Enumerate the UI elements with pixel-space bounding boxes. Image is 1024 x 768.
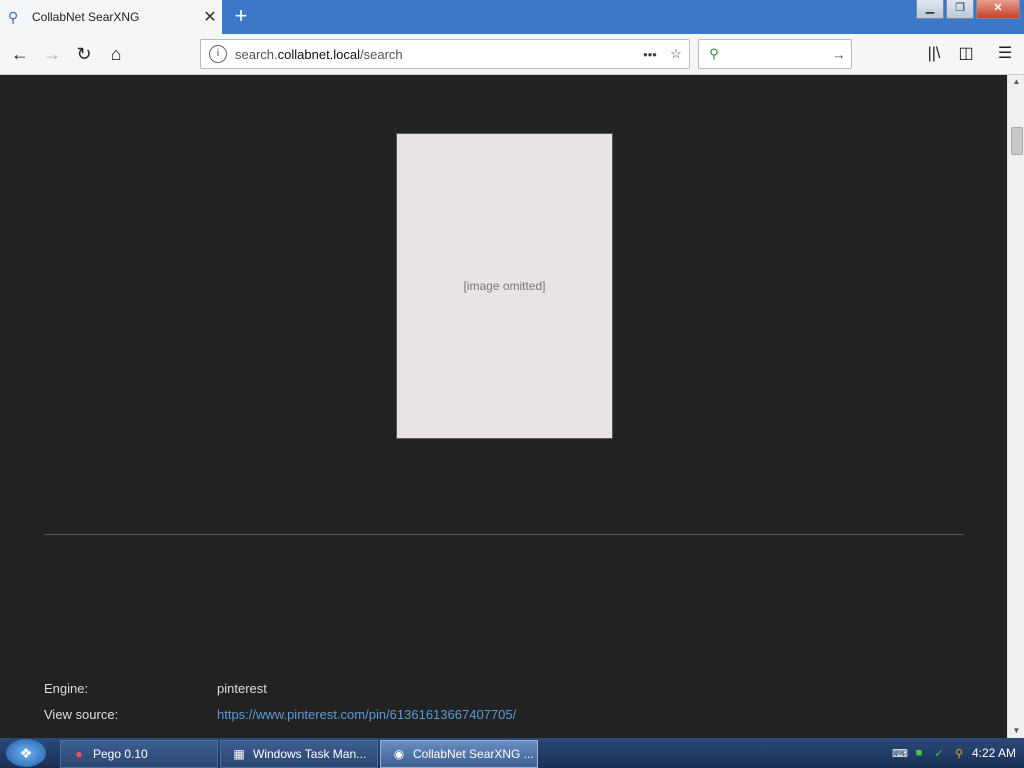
image-placeholder: [image omitted] <box>463 279 546 293</box>
browser-icon: ◉ <box>393 747 405 761</box>
back-icon[interactable]: ← <box>6 40 34 68</box>
search-tray-icon[interactable]: ⚲ <box>952 747 966 760</box>
taskbar-item-label: Pego 0.10 <box>93 747 148 761</box>
reload-icon[interactable]: ↻ <box>70 40 98 68</box>
page-actions-button[interactable]: ••• <box>637 47 663 62</box>
pego-icon: ● <box>75 747 83 761</box>
page-content: [image omitted] Engine: pinterest View s… <box>0 75 1007 738</box>
home-icon[interactable]: ⌂ <box>102 40 130 68</box>
minimize-button[interactable]: ▁ <box>916 0 944 19</box>
network-icon[interactable]: ■ <box>912 747 926 759</box>
search-engine-icon[interactable]: ⚲ <box>705 46 723 62</box>
taskbar-item[interactable]: ● Pego 0.10 <box>60 740 218 768</box>
result-image[interactable]: [image omitted] <box>396 133 613 439</box>
divider <box>44 534 964 535</box>
library-icon[interactable]: ||\ <box>922 42 946 66</box>
window-controls: ▁ ❐ ✕ <box>916 0 1020 19</box>
taskbar: ❖ ● Pego 0.10 ▦ Windows Task Man... ◉ Co… <box>0 738 1024 768</box>
active-tab[interactable]: ⚲ CollabNet SearXNG ✕ <box>0 0 222 34</box>
url-text[interactable]: search.collabnet.local/search <box>235 47 637 62</box>
scrollbar[interactable]: ▲ ▼ <box>1007 75 1024 738</box>
start-button[interactable]: ❖ <box>6 739 46 767</box>
forward-icon[interactable]: → <box>38 40 66 68</box>
taskbar-item-label: Windows Task Man... <box>253 747 367 761</box>
new-tab-button[interactable]: + <box>228 4 254 30</box>
menu-icon[interactable]: ☰ <box>993 42 1017 66</box>
bookmark-star-icon[interactable]: ☆ <box>663 46 689 62</box>
engine-label: Engine: <box>44 681 89 696</box>
engine-value: pinterest <box>217 681 267 696</box>
tab-title: CollabNet SearXNG <box>32 10 140 24</box>
taskbar-item-label: CollabNet SearXNG ... <box>413 747 534 761</box>
url-domain: collabnet.local <box>277 46 361 62</box>
scroll-thumb[interactable] <box>1011 127 1023 155</box>
source-link-container: https://www.pinterest.com/pin/6136161366… <box>217 707 516 722</box>
tab-close-button[interactable]: ✕ <box>198 7 222 27</box>
taskbar-item[interactable]: ◉ CollabNet SearXNG ... <box>380 740 538 768</box>
keyboard-icon[interactable]: ⌨ <box>892 747 908 760</box>
sidebar-icon[interactable]: ◫ <box>954 42 978 66</box>
url-path: /search <box>360 46 403 62</box>
taskbar-item[interactable]: ▦ Windows Task Man... <box>220 740 378 768</box>
url-prefix: search. <box>235 46 278 62</box>
scroll-down-icon[interactable]: ▼ <box>1008 724 1024 738</box>
tab-bar: ⚲ CollabNet SearXNG ✕ + ▁ ❐ ✕ <box>0 0 1024 34</box>
search-go-icon[interactable]: → <box>827 47 851 62</box>
nav-bar: ← → ↻ ⌂ i search.collabnet.local/search … <box>0 34 1024 75</box>
info-icon[interactable]: i <box>209 45 227 63</box>
system-tray: ⌨ ■ ✓ ⚲ 4:22 AM <box>892 738 1024 768</box>
search-bar[interactable]: ⚲ → <box>698 39 852 69</box>
url-bar[interactable]: i search.collabnet.local/search ••• ☆ <box>200 39 690 69</box>
task-manager-icon: ▦ <box>233 747 245 761</box>
close-window-button[interactable]: ✕ <box>976 0 1020 19</box>
source-label: View source: <box>44 707 119 722</box>
search-icon: ⚲ <box>8 9 19 25</box>
clock[interactable]: 4:22 AM <box>972 746 1016 760</box>
maximize-button[interactable]: ❐ <box>946 0 974 19</box>
scroll-up-icon[interactable]: ▲ <box>1008 75 1024 89</box>
source-link[interactable]: https://www.pinterest.com/pin/6136161366… <box>217 707 516 722</box>
security-icon[interactable]: ✓ <box>932 747 946 760</box>
